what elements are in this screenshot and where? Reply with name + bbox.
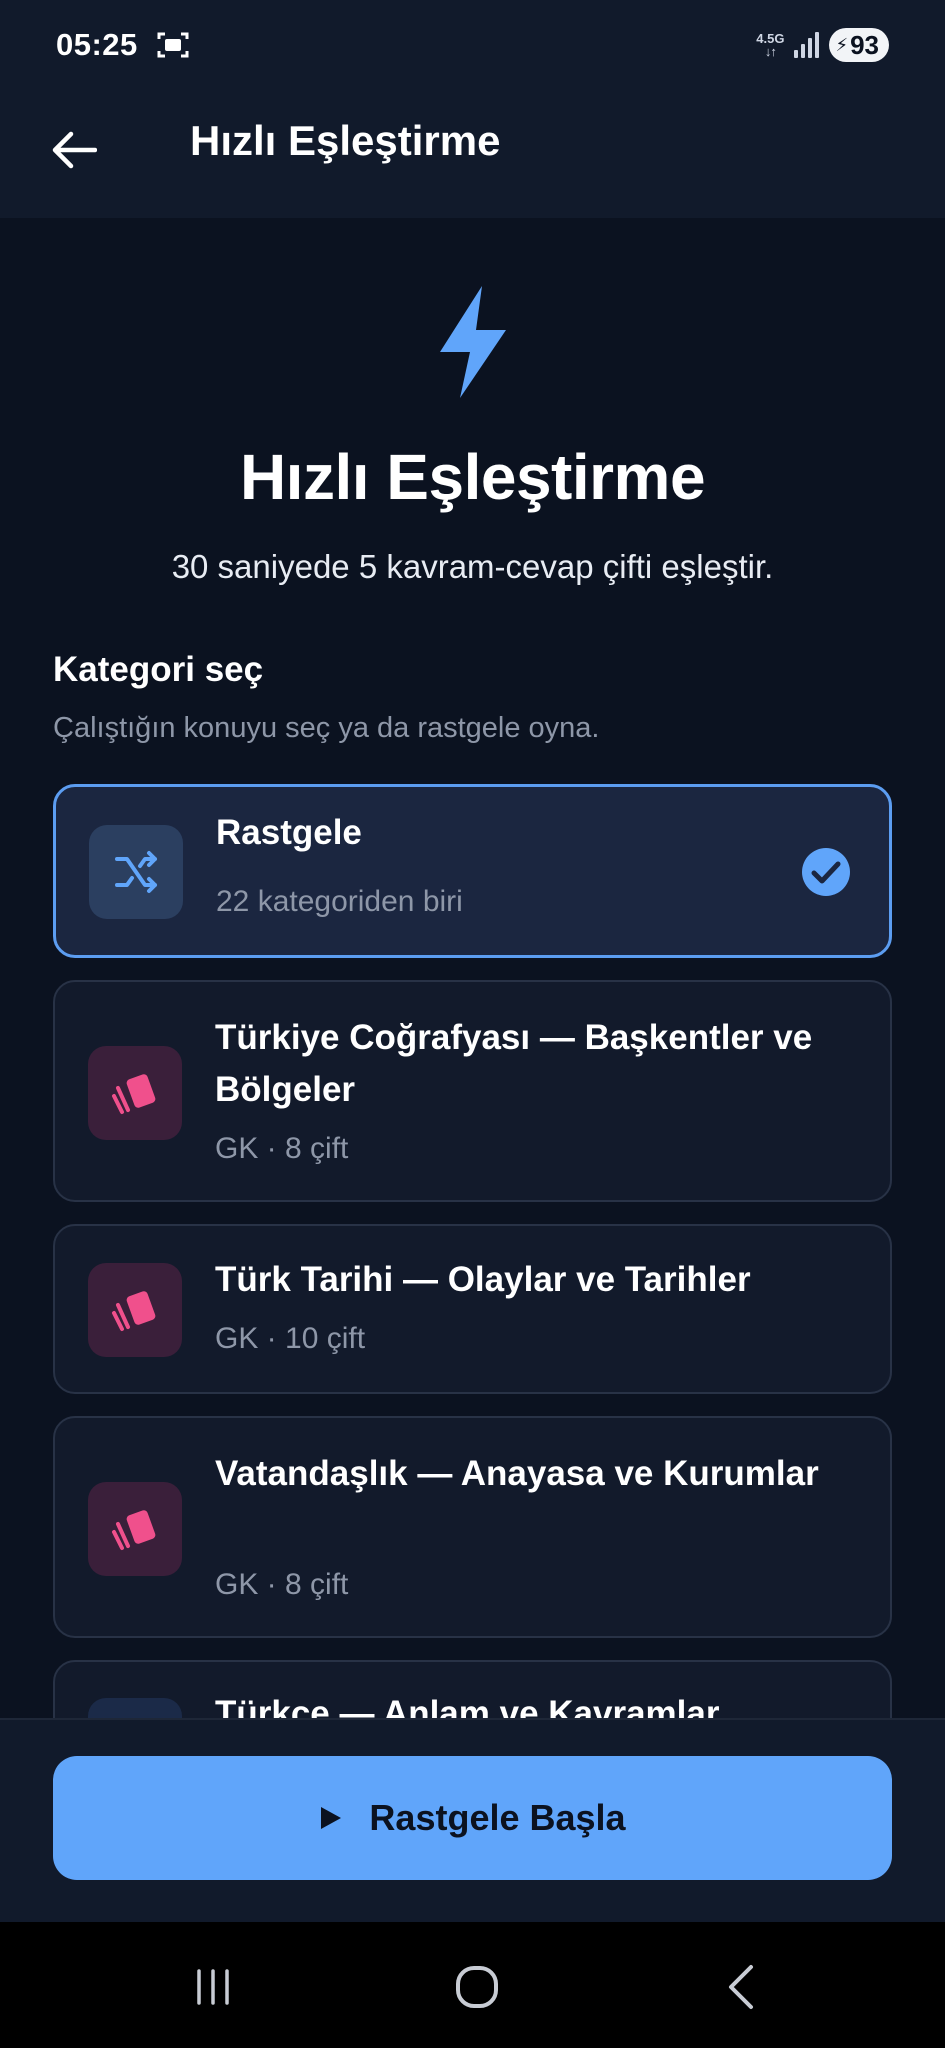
signal-icon xyxy=(794,32,820,58)
category-title: Türk Tarihi — Olaylar ve Tarihler xyxy=(215,1260,751,1299)
category-subtitle: GK · 10 çift xyxy=(215,1322,366,1355)
category-subtitle: 22 kategoriden biri xyxy=(216,885,463,918)
cards-icon xyxy=(112,1510,156,1550)
status-time: 05:25 xyxy=(56,27,138,62)
home-icon xyxy=(456,1966,498,2008)
category-icon-box xyxy=(88,1046,182,1140)
home-button[interactable] xyxy=(442,1952,512,2022)
category-card[interactable]: Vatandaşlık — Anayasa ve Kurumlar GK · 8… xyxy=(53,1416,892,1638)
data-arrows-icon: ↓↑ xyxy=(764,44,777,59)
bottom-action-panel: Rastgele Başla xyxy=(0,1718,945,1922)
category-title: Rastgele xyxy=(216,813,362,852)
start-button-label: Rastgele Başla xyxy=(369,1797,626,1838)
category-title: Türkiye Coğrafyası — Başkentler ve Bölge… xyxy=(215,1018,813,1109)
status-bar: 05:25 4.5G ↓↑ ⚡ 93 xyxy=(0,0,945,90)
hero-title: Hızlı Eşleştirme xyxy=(239,441,706,513)
category-card[interactable]: Türkiye Coğrafyası — Başkentler ve Bölge… xyxy=(53,980,892,1202)
check-circle-icon xyxy=(802,848,850,896)
screenshot-icon xyxy=(157,32,189,58)
category-card-random[interactable]: Rastgele 22 kategoriden biri xyxy=(53,784,892,958)
recent-apps-button[interactable] xyxy=(178,1952,248,2022)
back-button[interactable] xyxy=(44,120,104,180)
arrow-left-icon xyxy=(52,131,97,169)
chevron-left-icon xyxy=(729,1965,753,2009)
play-icon xyxy=(321,1807,342,1829)
shuffle-icon xyxy=(115,851,157,893)
start-button[interactable]: Rastgele Başla xyxy=(53,1756,892,1880)
category-icon-box xyxy=(88,1482,182,1576)
category-icon-box xyxy=(89,825,183,919)
category-subtitle: GK · 8 çift xyxy=(215,1568,349,1601)
hero-subtitle: 30 saniyede 5 kavram-cevap çifti eşleşti… xyxy=(171,548,774,585)
battery-level: 93 xyxy=(850,29,879,60)
app-bar: Hızlı Eşleştirme xyxy=(0,90,945,218)
category-section-subtitle: Çalıştığın konuyu seç ya da rastgele oyn… xyxy=(53,712,600,744)
charging-icon: ⚡ xyxy=(835,34,849,55)
system-back-button[interactable] xyxy=(706,1952,776,2022)
category-icon-box xyxy=(88,1263,182,1357)
system-nav-bar xyxy=(0,1922,945,2048)
category-section-title: Kategori seç xyxy=(53,650,264,689)
app-bar-title: Hızlı Eşleştirme xyxy=(190,117,501,164)
cards-icon xyxy=(112,1291,156,1331)
recent-apps-icon xyxy=(197,1969,229,2005)
status-right: 4.5G ↓↑ ⚡ 93 xyxy=(756,28,889,62)
cards-icon xyxy=(112,1074,156,1114)
lightning-bolt-icon xyxy=(440,286,506,398)
category-subtitle: GK · 8 çift xyxy=(215,1132,349,1165)
battery-indicator: ⚡ 93 xyxy=(829,28,889,62)
category-title: Vatandaşlık — Anayasa ve Kurumlar xyxy=(215,1454,819,1493)
category-card[interactable]: Türk Tarihi — Olaylar ve Tarihler GK · 1… xyxy=(53,1224,892,1394)
network-indicator: 4.5G ↓↑ xyxy=(756,32,784,58)
